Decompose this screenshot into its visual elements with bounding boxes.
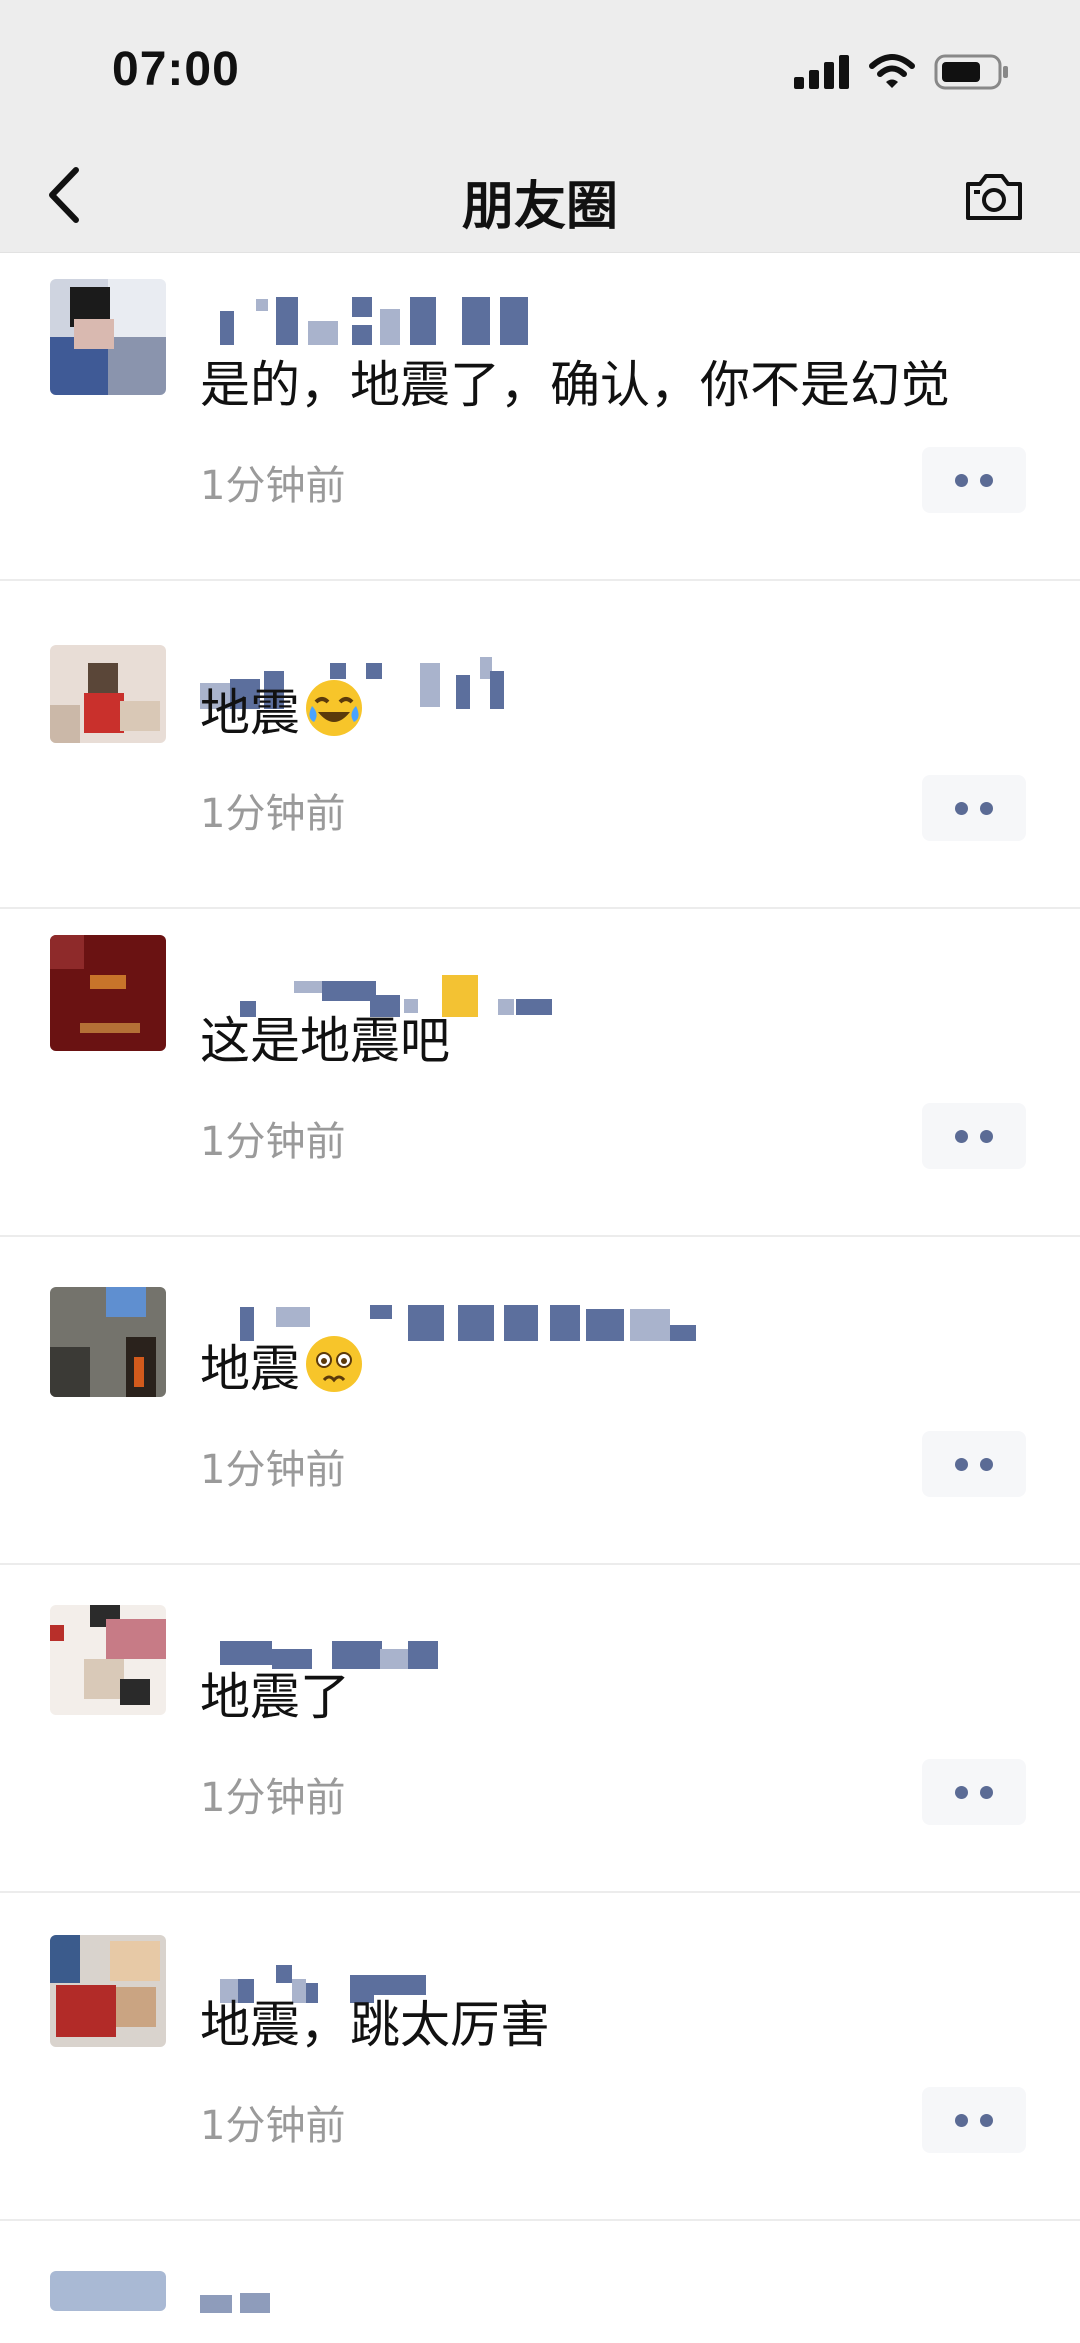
camera-icon	[966, 174, 1022, 220]
more-actions-button[interactable]	[922, 2087, 1026, 2153]
moment-post: 是的，地震了，确认，你不是幻觉 1分钟前	[0, 253, 1080, 581]
moment-post: 地震 1分钟前	[0, 581, 1080, 909]
more-actions-button[interactable]	[922, 1103, 1026, 1169]
moments-feed: 是的，地震了，确认，你不是幻觉 1分钟前 地震 1分钟前 这是地震吧 1分钟前 …	[0, 253, 1080, 2331]
battery-icon	[934, 54, 1008, 90]
post-text: 地震了	[200, 1668, 350, 1726]
avatar[interactable]	[50, 1935, 166, 2047]
moment-post: 地震，跳太厉害 1分钟前	[0, 1893, 1080, 2221]
post-text: 地震，跳太厉害	[200, 1996, 550, 2054]
more-actions-button[interactable]	[922, 1759, 1026, 1825]
post-time: 1分钟前	[200, 2103, 346, 2149]
post-text: 地震	[200, 1329, 366, 1401]
post-time: 1分钟前	[200, 463, 346, 509]
camera-button[interactable]	[962, 166, 1026, 226]
cellular-signal-icon	[794, 55, 849, 89]
moment-post: 这是地震吧 1分钟前	[0, 909, 1080, 1237]
user-name-pixelated[interactable]	[200, 289, 620, 345]
moment-post: 地震 1分钟前	[0, 1237, 1080, 1565]
post-text: 地震	[200, 673, 366, 745]
more-actions-button[interactable]	[922, 447, 1026, 513]
post-text-value: 地震	[200, 684, 300, 742]
post-time: 1分钟前	[200, 1447, 346, 1493]
post-text-value: 地震	[200, 1340, 300, 1398]
crying-laughing-emoji	[306, 680, 362, 736]
avatar[interactable]	[50, 1605, 166, 1715]
post-text: 这是地震吧	[200, 1012, 450, 1070]
status-icons	[794, 50, 1010, 94]
moment-post-partial	[0, 2221, 1080, 2331]
more-actions-button[interactable]	[922, 775, 1026, 841]
post-time: 1分钟前	[200, 791, 346, 837]
post-time: 1分钟前	[200, 1119, 346, 1165]
avatar[interactable]	[50, 2271, 166, 2311]
user-name-pixelated[interactable]	[200, 2287, 620, 2343]
avatar[interactable]	[50, 935, 166, 1051]
avatar[interactable]	[50, 645, 166, 743]
worried-face-emoji	[306, 1336, 362, 1392]
post-time: 1分钟前	[200, 1775, 346, 1821]
post-text: 是的，地震了，确认，你不是幻觉	[200, 356, 950, 414]
wifi-icon	[869, 54, 915, 88]
moment-post: 地震了 1分钟前	[0, 1565, 1080, 1893]
avatar[interactable]	[50, 279, 166, 395]
navigation-bar: 朋友圈	[0, 140, 1080, 253]
avatar[interactable]	[50, 1287, 166, 1397]
more-actions-button[interactable]	[922, 1431, 1026, 1497]
page-title: 朋友圈	[461, 177, 618, 237]
status-time: 07:00	[112, 43, 240, 96]
status-bar: 07:00	[0, 0, 1080, 140]
